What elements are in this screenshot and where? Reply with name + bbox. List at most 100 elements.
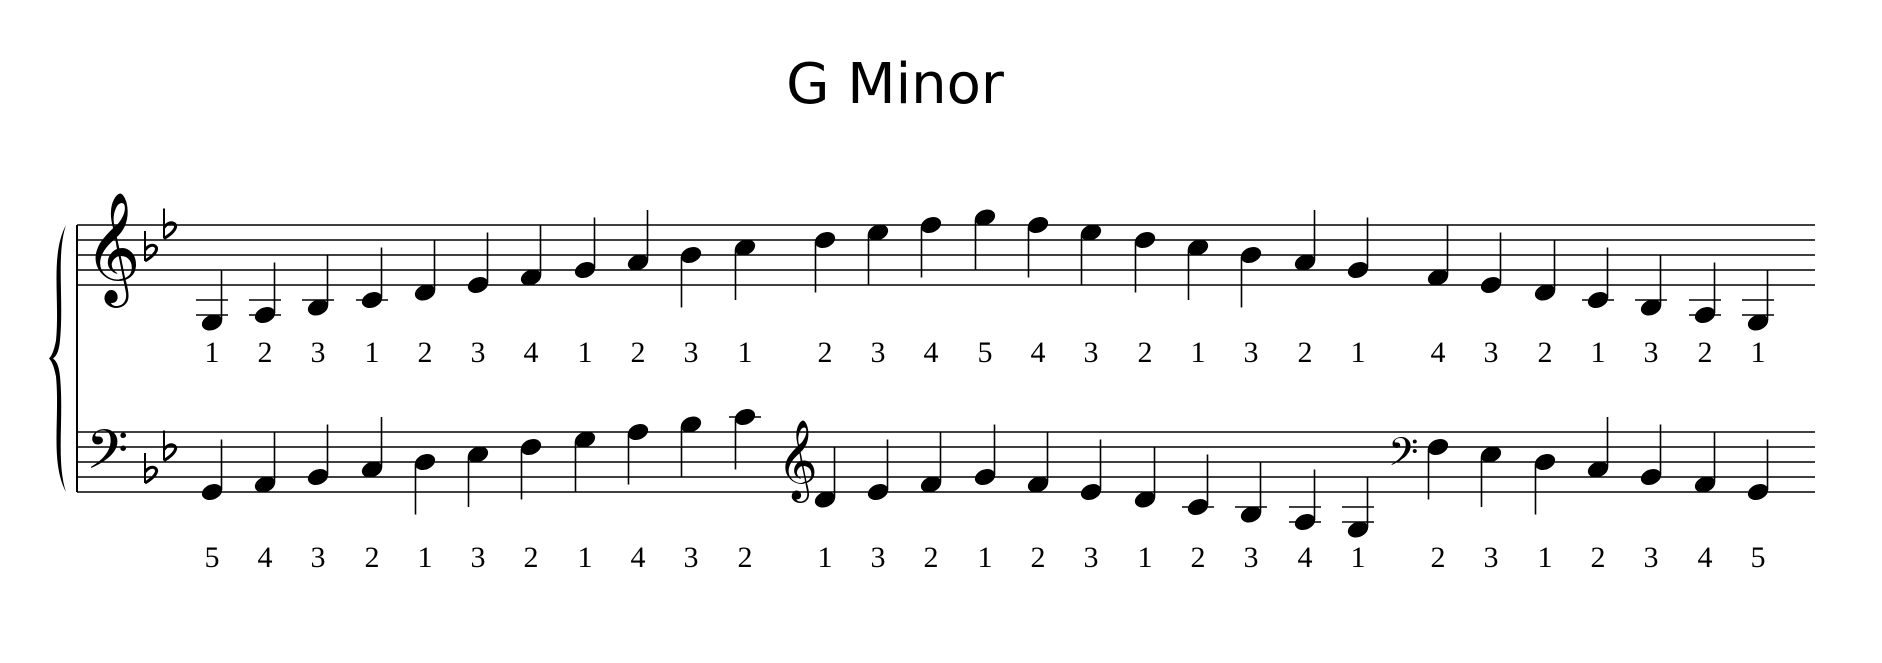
note	[1187, 239, 1209, 300]
score-system: 𝄞 1 2 3 1 2 3 4 1 2 3 1 2 3 4 5 4 3 2 1 3 2 1 4 3 2 1 3 2 1 𝄢 5 4 3 2 1 3 2 1…	[49, 191, 1815, 574]
fingering-number: 1	[578, 336, 593, 369]
flat-icon	[143, 453, 159, 485]
note	[1534, 454, 1556, 515]
note	[1534, 240, 1556, 301]
note	[1134, 447, 1156, 508]
note	[920, 217, 942, 278]
treble-clef-icon: 𝄞	[777, 420, 818, 503]
note	[1742, 270, 1774, 331]
note	[729, 409, 761, 470]
treble-staff: 𝄞 1 2 3 1 2 3 4 1 2 3 1 2 3 4 5 4 3 2 1 3 2 1 4 3 2 1 3 2 1	[77, 191, 1815, 369]
fingering-number: 1	[1351, 336, 1366, 369]
fingering-number: 2	[258, 336, 273, 369]
fingering-number: 4	[258, 541, 273, 574]
note	[467, 232, 489, 293]
note	[867, 439, 889, 500]
note	[1427, 225, 1449, 286]
note	[974, 424, 996, 485]
fingering-number: 2	[1138, 336, 1153, 369]
note	[1134, 232, 1156, 293]
note	[1240, 247, 1262, 308]
note	[1080, 439, 1102, 500]
note	[1027, 217, 1049, 278]
fingering-number: 2	[524, 541, 539, 574]
bass-staff: 𝄢 5 4 3 2 1 3 2 1 4 3 2 𝄞 1 3 2 1 2 3 1 2 3 4 1 𝄢 2 3 1 2 3 4 5	[77, 409, 1815, 574]
fingering-number: 4	[524, 336, 539, 369]
fingering-number: 3	[311, 336, 326, 369]
flat-icon	[143, 231, 159, 263]
fingering-number: 5	[205, 541, 220, 574]
fingering-number: 2	[418, 336, 433, 369]
fingering-number: 1	[1138, 541, 1153, 574]
fingering-number: 1	[1538, 541, 1553, 574]
note	[974, 209, 996, 270]
note	[627, 210, 649, 271]
note	[196, 270, 228, 331]
fingering-number: 4	[1431, 336, 1446, 369]
fingering-number: 1	[418, 541, 433, 574]
note	[1640, 424, 1662, 485]
note	[520, 225, 542, 286]
note	[520, 439, 542, 500]
fingering-number: 3	[1084, 541, 1099, 574]
note	[1480, 446, 1502, 507]
fingering-number: 2	[738, 541, 753, 574]
note	[467, 446, 489, 507]
fingering-number: 2	[1191, 541, 1206, 574]
note	[734, 239, 756, 300]
fingering-number: 2	[1298, 336, 1313, 369]
fingering-number: 2	[1031, 541, 1046, 574]
fingering-number: 3	[471, 336, 486, 369]
note	[1694, 432, 1716, 493]
fingering-number: 1	[1591, 336, 1606, 369]
fingering-number: 2	[365, 541, 380, 574]
fingering-number: 4	[1031, 336, 1046, 369]
fingering-number: 1	[578, 541, 593, 574]
note	[307, 424, 329, 485]
fingering-number: 2	[1431, 541, 1446, 574]
note	[1342, 477, 1374, 538]
note	[680, 247, 702, 308]
fingering-number: 1	[978, 541, 993, 574]
note	[1347, 217, 1369, 278]
fingering-number: 3	[471, 541, 486, 574]
fingering-number: 3	[1484, 336, 1499, 369]
fingering-number: 3	[871, 336, 886, 369]
note	[1427, 439, 1449, 500]
note	[414, 454, 436, 515]
brace-icon	[49, 225, 66, 492]
note	[1587, 417, 1609, 478]
note	[920, 432, 942, 493]
note	[1747, 439, 1769, 500]
fingering-number: 3	[684, 541, 699, 574]
fingering-number: 2	[924, 541, 939, 574]
fingering-number: 4	[1298, 541, 1313, 574]
fingering-number: 5	[1751, 541, 1766, 574]
note	[680, 416, 702, 477]
note	[1235, 462, 1267, 523]
fingering-number: 1	[1751, 336, 1766, 369]
note	[302, 255, 334, 316]
fingering-number: 3	[684, 336, 699, 369]
fingering-number: 2	[1538, 336, 1553, 369]
note	[1289, 469, 1321, 530]
note	[867, 224, 889, 285]
fingering-number: 1	[818, 541, 833, 574]
fingering-number: 3	[1644, 541, 1659, 574]
flat-icon	[162, 208, 178, 240]
fingering-number: 1	[205, 336, 220, 369]
note	[627, 424, 649, 485]
flat-icon	[162, 430, 178, 462]
treble-clef-icon: 𝄞	[84, 191, 141, 308]
fingering-number: 5	[978, 336, 993, 369]
fingering-number: 3	[871, 541, 886, 574]
fingering-number: 3	[1244, 336, 1259, 369]
fingering-number: 3	[1084, 336, 1099, 369]
note	[1080, 224, 1102, 285]
fingering-number: 2	[818, 336, 833, 369]
note	[361, 417, 383, 478]
note	[574, 431, 596, 492]
note	[814, 232, 836, 293]
fingering-number: 3	[311, 541, 326, 574]
bass-clef-icon: 𝄢	[86, 418, 128, 495]
